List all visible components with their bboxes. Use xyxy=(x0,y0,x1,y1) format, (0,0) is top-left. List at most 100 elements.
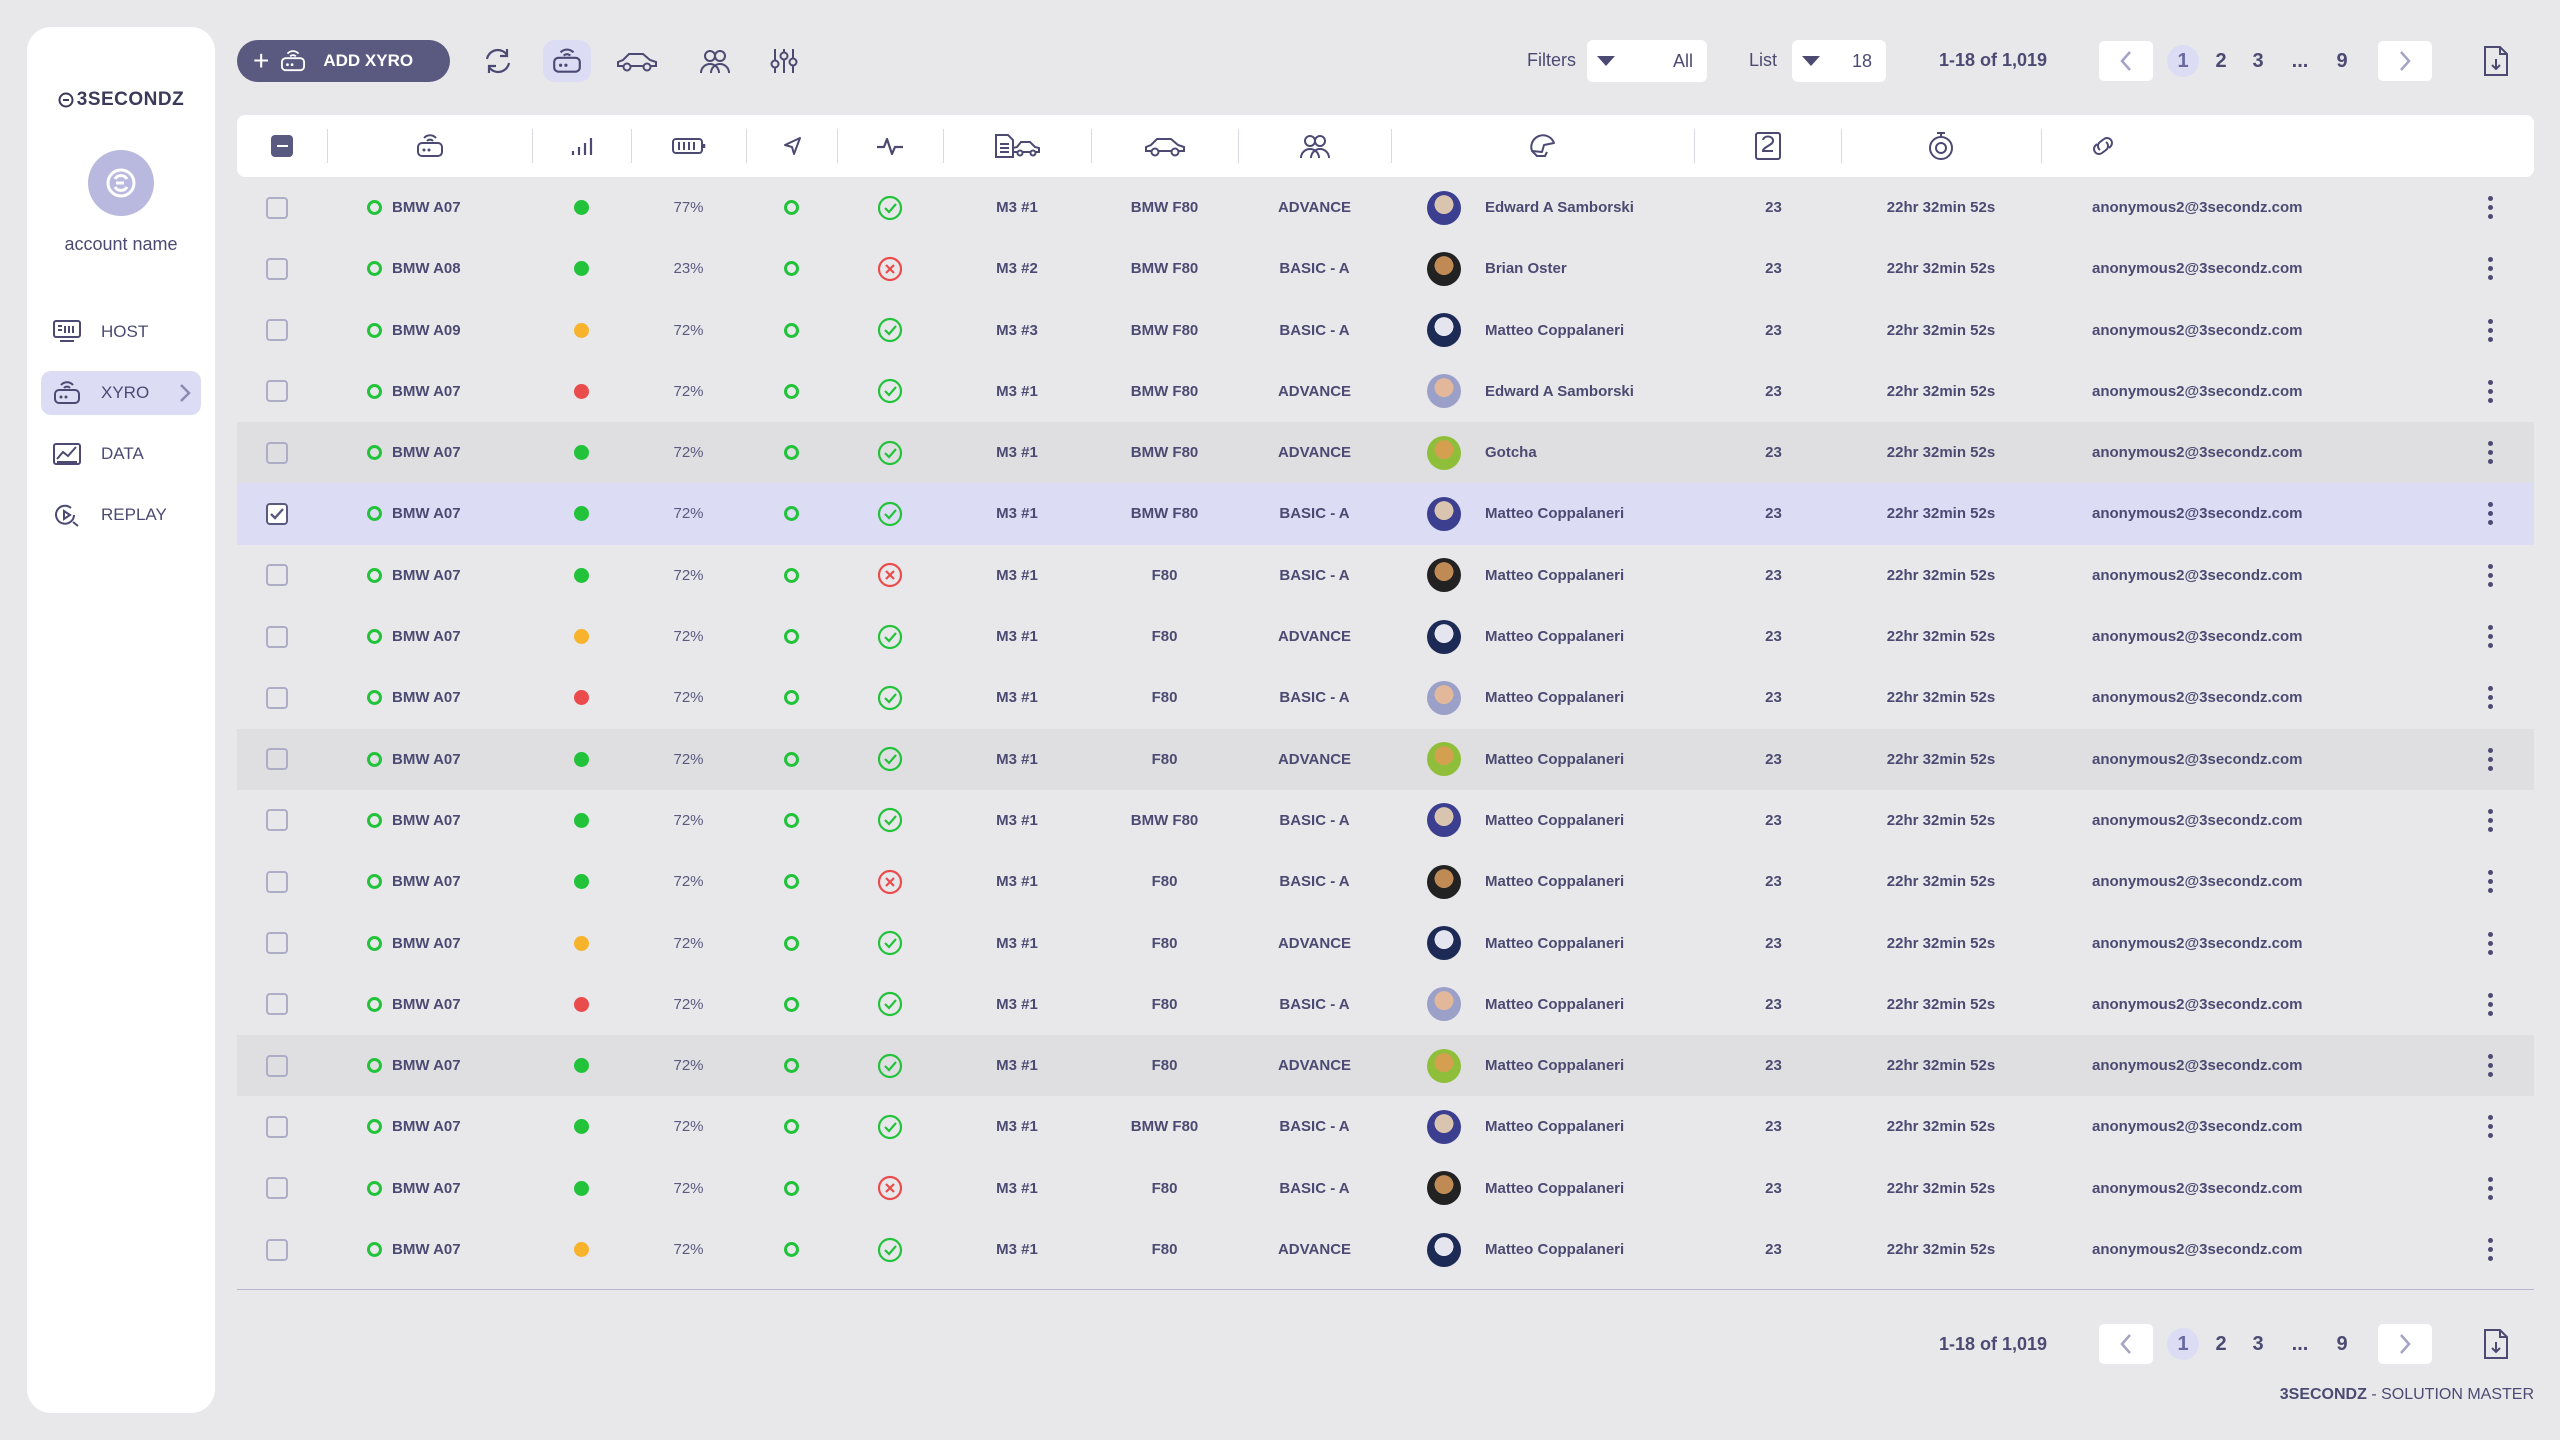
email-cell[interactable]: anonymous2@3secondz.com xyxy=(2092,1035,2422,1096)
car-cell[interactable]: BMW F80 xyxy=(1091,790,1238,851)
row-checkbox[interactable] xyxy=(266,809,288,832)
table-row[interactable]: BMW A07 72% M3 #1 BMW F80 BASIC - A Matteo Co… xyxy=(237,790,2534,851)
prev-page-button-bottom[interactable] xyxy=(2099,1324,2153,1364)
column-signal[interactable] xyxy=(532,115,631,177)
user-cell[interactable]: Matteo Coppalaneri xyxy=(1427,851,1694,912)
session-cell[interactable]: M3 #1 xyxy=(943,1219,1091,1280)
row-checkbox[interactable] xyxy=(266,1238,288,1261)
email-cell[interactable]: anonymous2@3secondz.com xyxy=(2092,483,2422,544)
car-cell[interactable]: F80 xyxy=(1091,667,1238,728)
row-menu-button[interactable] xyxy=(2470,1035,2510,1096)
account-avatar[interactable] xyxy=(88,150,154,216)
row-menu-button[interactable] xyxy=(2470,851,2510,912)
user-cell[interactable]: Edward A Samborski xyxy=(1427,177,1694,238)
session-cell[interactable]: M3 #1 xyxy=(943,974,1091,1035)
session-cell[interactable]: M3 #1 xyxy=(943,851,1091,912)
sidebar-item-data[interactable]: DATA xyxy=(41,432,201,476)
select-all-checkbox[interactable] xyxy=(237,115,327,177)
session-cell[interactable]: M3 #1 xyxy=(943,177,1091,238)
row-menu-button[interactable] xyxy=(2470,913,2510,974)
table-row[interactable]: BMW A08 23% M3 #2 BMW F80 BASIC - A Brian Ost… xyxy=(237,238,2534,299)
car-cell[interactable]: BMW F80 xyxy=(1091,1096,1238,1157)
row-checkbox[interactable] xyxy=(266,196,288,219)
table-row[interactable]: BMW A07 72% M3 #1 F80 BASIC - A Matteo Coppal… xyxy=(237,1158,2534,1219)
email-cell[interactable]: anonymous2@3secondz.com xyxy=(2092,1158,2422,1219)
session-cell[interactable]: M3 #1 xyxy=(943,545,1091,606)
sidebar-item-xyro[interactable]: XYRO xyxy=(41,371,201,415)
table-row[interactable]: BMW A07 72% M3 #1 F80 BASIC - A Matteo Coppal… xyxy=(237,667,2534,728)
column-count[interactable] xyxy=(1694,115,1841,177)
user-cell[interactable]: Matteo Coppalaneri xyxy=(1427,545,1694,606)
car-cell[interactable]: BMW F80 xyxy=(1091,483,1238,544)
row-checkbox[interactable] xyxy=(266,870,288,893)
row-checkbox[interactable] xyxy=(266,257,288,280)
car-cell[interactable]: F80 xyxy=(1091,974,1238,1035)
email-cell[interactable]: anonymous2@3secondz.com xyxy=(2092,667,2422,728)
column-duration[interactable] xyxy=(1841,115,2041,177)
session-cell[interactable]: M3 #1 xyxy=(943,483,1091,544)
email-cell[interactable]: anonymous2@3secondz.com xyxy=(2092,729,2422,790)
row-checkbox[interactable] xyxy=(266,319,288,342)
column-user[interactable] xyxy=(1391,115,1694,177)
row-menu-button[interactable] xyxy=(2470,1219,2510,1280)
session-cell[interactable]: M3 #1 xyxy=(943,1035,1091,1096)
table-row[interactable]: BMW A07 72% M3 #1 F80 ADVANCE Matteo Coppalan… xyxy=(237,913,2534,974)
column-car[interactable] xyxy=(1091,115,1238,177)
email-cell[interactable]: anonymous2@3secondz.com xyxy=(2092,238,2422,299)
table-row[interactable]: BMW A07 72% M3 #1 F80 BASIC - A Matteo Coppal… xyxy=(237,545,2534,606)
user-cell[interactable]: Brian Oster xyxy=(1427,238,1694,299)
add-xyro-button[interactable]: + ADD XYRO xyxy=(237,40,450,82)
session-cell[interactable]: M3 #1 xyxy=(943,1096,1091,1157)
table-row[interactable]: BMW A07 72% M3 #1 BMW F80 BASIC - A Matteo Co… xyxy=(237,483,2534,545)
brand-logo[interactable]: 3SECONDZ xyxy=(27,89,215,111)
table-row[interactable]: BMW A07 72% M3 #1 F80 BASIC - A Matteo Coppal… xyxy=(237,851,2534,912)
user-cell[interactable]: Matteo Coppalaneri xyxy=(1427,606,1694,667)
filters-select[interactable]: All xyxy=(1587,40,1707,82)
car-cell[interactable]: F80 xyxy=(1091,851,1238,912)
row-checkbox[interactable] xyxy=(266,686,288,709)
row-checkbox[interactable] xyxy=(266,1177,288,1200)
page-3[interactable]: 3 xyxy=(2242,45,2274,77)
row-menu-button[interactable] xyxy=(2470,422,2510,483)
session-cell[interactable]: M3 #1 xyxy=(943,729,1091,790)
email-cell[interactable]: anonymous2@3secondz.com xyxy=(2092,974,2422,1035)
email-cell[interactable]: anonymous2@3secondz.com xyxy=(2092,422,2422,483)
user-cell[interactable]: Matteo Coppalaneri xyxy=(1427,1035,1694,1096)
table-row[interactable]: BMW A07 72% M3 #1 BMW F80 BASIC - A Matteo Co… xyxy=(237,1096,2534,1157)
page-2[interactable]: 2 xyxy=(2205,45,2237,77)
user-cell[interactable]: Matteo Coppalaneri xyxy=(1427,790,1694,851)
row-menu-button[interactable] xyxy=(2470,300,2510,361)
email-cell[interactable]: anonymous2@3secondz.com xyxy=(2092,1096,2422,1157)
list-size-select[interactable]: 18 xyxy=(1792,40,1886,82)
column-session[interactable] xyxy=(943,115,1091,177)
table-row[interactable]: BMW A07 72% M3 #1 F80 BASIC - A Matteo Coppal… xyxy=(237,974,2534,1035)
row-menu-button[interactable] xyxy=(2470,1096,2510,1157)
car-icon[interactable] xyxy=(613,40,661,82)
export-document-icon[interactable] xyxy=(2481,44,2511,78)
email-cell[interactable]: anonymous2@3secondz.com xyxy=(2092,361,2422,422)
column-level[interactable] xyxy=(1238,115,1391,177)
email-cell[interactable]: anonymous2@3secondz.com xyxy=(2092,300,2422,361)
car-cell[interactable]: F80 xyxy=(1091,1035,1238,1096)
row-checkbox[interactable] xyxy=(266,380,288,403)
row-menu-button[interactable] xyxy=(2470,606,2510,667)
email-cell[interactable]: anonymous2@3secondz.com xyxy=(2092,1219,2422,1280)
export-document-icon-bottom[interactable] xyxy=(2481,1327,2511,1361)
session-cell[interactable]: M3 #1 xyxy=(943,790,1091,851)
row-checkbox[interactable] xyxy=(266,441,288,464)
prev-page-button[interactable] xyxy=(2099,41,2153,81)
table-row[interactable]: BMW A07 72% M3 #1 F80 ADVANCE Matteo Coppalan… xyxy=(237,1035,2534,1097)
row-checkbox[interactable] xyxy=(266,932,288,955)
user-cell[interactable]: Matteo Coppalaneri xyxy=(1427,483,1694,544)
user-cell[interactable]: Gotcha xyxy=(1427,422,1694,483)
row-checkbox[interactable] xyxy=(266,564,288,587)
row-menu-button[interactable] xyxy=(2470,1158,2510,1219)
row-menu-button[interactable] xyxy=(2470,974,2510,1035)
row-menu-button[interactable] xyxy=(2470,545,2510,606)
row-checkbox[interactable] xyxy=(266,1054,288,1077)
refresh-icon[interactable] xyxy=(474,40,522,82)
user-cell[interactable]: Matteo Coppalaneri xyxy=(1427,300,1694,361)
car-cell[interactable]: F80 xyxy=(1091,1158,1238,1219)
page-9-bottom[interactable]: 9 xyxy=(2326,1328,2358,1360)
sidebar-item-replay[interactable]: REPLAY xyxy=(41,493,201,537)
